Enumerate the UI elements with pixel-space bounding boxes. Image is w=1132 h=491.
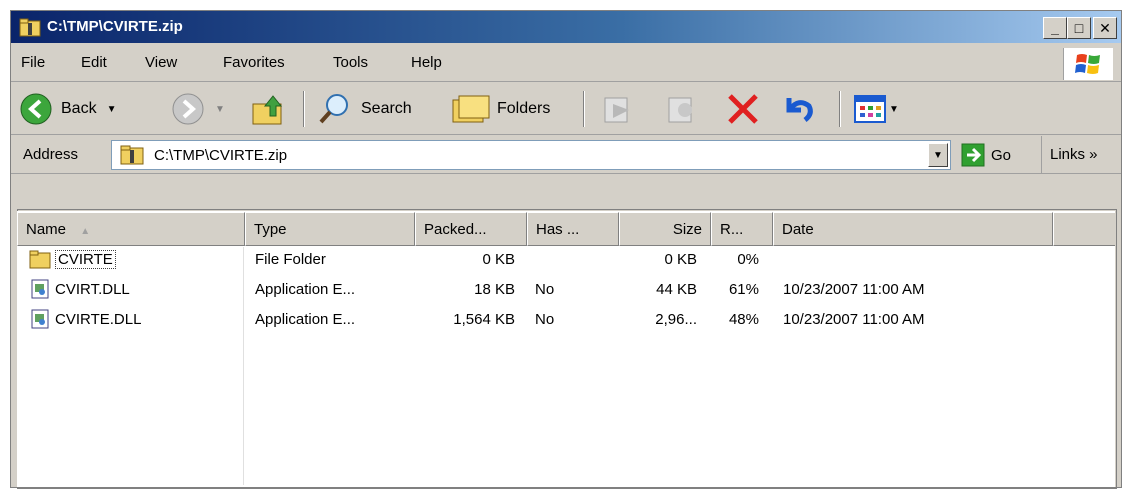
row-packed: 0 KB (482, 251, 515, 268)
row-name: CVIRTE (55, 250, 116, 269)
column-header-packed[interactable]: Packed... (415, 212, 527, 246)
column-header-date[interactable]: Date (773, 212, 1053, 246)
column-header-type[interactable]: Type (245, 212, 415, 246)
menu-favorites[interactable]: Favorites (223, 54, 285, 71)
row-packed: 18 KB (474, 281, 515, 298)
search-button[interactable]: Search (317, 89, 412, 129)
menu-tools[interactable]: Tools (333, 54, 368, 71)
folders-button[interactable]: Folders (451, 89, 550, 129)
address-label: Address (23, 146, 79, 163)
windows-logo (1063, 48, 1113, 80)
folder-icon (29, 250, 51, 269)
delete-button[interactable] (725, 89, 761, 129)
back-arrow-icon (20, 93, 52, 125)
go-arrow-icon (961, 143, 985, 167)
go-label: Go (991, 146, 1012, 164)
explorer-window: C:\TMP\CVIRTE.zip _ □ ✕ File Edit View F… (10, 10, 1122, 489)
row-has: No (535, 281, 555, 298)
row-has: No (535, 311, 555, 328)
row-name: CVIRT.DLL (55, 281, 130, 298)
address-input[interactable]: C:\TMP\CVIRTE.zip ▼ (111, 140, 951, 170)
views-dropdown-icon[interactable]: ▼ (889, 104, 899, 115)
row-type: Application E... (255, 311, 356, 328)
column-header-ratio[interactable]: R... (711, 212, 773, 246)
search-label: Search (361, 100, 412, 117)
menu-bar: File Edit View Favorites Tools Help (11, 44, 1121, 82)
copy-to-icon (668, 97, 692, 123)
row-size: 0 KB (664, 251, 697, 268)
minimize-button[interactable]: _ (1043, 17, 1067, 39)
forward-arrow-icon (172, 93, 204, 125)
dll-file-icon (31, 279, 49, 299)
column-header-has[interactable]: Has ... (527, 212, 619, 246)
sort-ascending-icon: ▲ (80, 226, 91, 237)
row-name: CVIRTE.DLL (55, 311, 142, 328)
menu-file[interactable]: File (21, 54, 45, 71)
back-label: Back (61, 100, 97, 117)
undo-arrow-icon (786, 98, 813, 122)
forward-button[interactable]: ▼ (171, 89, 225, 129)
address-bar: Address C:\TMP\CVIRTE.zip ▼ Go Links » (11, 136, 1121, 174)
windows-flag-icon (1074, 54, 1100, 74)
go-button[interactable]: Go (961, 142, 1011, 168)
dll-file-icon (31, 309, 49, 329)
column-header-name-label: Name (26, 221, 67, 238)
list-item[interactable]: CVIRTE File Folder 0 KB 0 KB 0% (17, 247, 1115, 273)
menu-view[interactable]: View (145, 54, 177, 71)
row-size: 2,96... (655, 311, 697, 328)
menu-help[interactable]: Help (411, 54, 442, 71)
copy-to-button[interactable] (665, 89, 699, 129)
links-button[interactable]: Links » (1041, 136, 1121, 174)
window-title: C:\TMP\CVIRTE.zip (47, 18, 183, 35)
row-ratio: 61% (728, 281, 759, 298)
forward-dropdown-icon[interactable]: ▼ (215, 104, 225, 115)
folders-icon (452, 95, 490, 123)
row-type: File Folder (255, 251, 326, 268)
zip-folder-icon (120, 145, 144, 165)
back-button[interactable]: Back ▼ (19, 89, 116, 129)
row-date: 10/23/2007 11:00 AM (783, 311, 925, 328)
row-ratio: 0% (737, 251, 759, 268)
standard-toolbar: Back ▼ ▼ Search Folders ▼ (11, 83, 1121, 135)
up-folder-button[interactable] (251, 89, 287, 129)
undo-button[interactable] (781, 89, 817, 129)
close-button[interactable]: ✕ (1093, 17, 1117, 39)
title-bar[interactable]: C:\TMP\CVIRTE.zip _ □ ✕ (11, 11, 1121, 43)
search-icon (319, 94, 348, 124)
toolbar-separator (583, 91, 585, 127)
row-ratio: 48% (728, 311, 759, 328)
up-folder-icon (252, 95, 283, 125)
row-date: 10/23/2007 11:00 AM (783, 281, 925, 298)
row-packed: 1,564 KB (453, 311, 515, 328)
menu-edit[interactable]: Edit (81, 54, 107, 71)
list-item[interactable]: CVIRT.DLL Application E... 18 KB No 44 K… (17, 277, 1115, 303)
views-grid-icon (854, 95, 886, 123)
delete-x-icon (728, 94, 758, 124)
address-value: C:\TMP\CVIRTE.zip (154, 147, 288, 164)
maximize-button[interactable]: □ (1067, 17, 1091, 39)
row-size: 44 KB (656, 281, 697, 298)
move-to-icon (604, 97, 629, 123)
column-header-filler (1053, 212, 1115, 246)
list-item[interactable]: CVIRTE.DLL Application E... 1,564 KB No … (17, 307, 1115, 333)
folders-label: Folders (497, 100, 551, 117)
back-dropdown-icon[interactable]: ▼ (107, 104, 117, 115)
toolbar-separator (839, 91, 841, 127)
column-header-name[interactable]: Name ▲ (17, 212, 245, 246)
zip-folder-icon (19, 18, 41, 37)
address-dropdown-button[interactable]: ▼ (928, 143, 948, 167)
views-button[interactable]: ▼ (853, 89, 899, 129)
toolbar-separator (303, 91, 305, 127)
column-header-size[interactable]: Size (619, 212, 711, 246)
row-type: Application E... (255, 281, 356, 298)
list-header: Name ▲ Type Packed... Has ... Size R... … (17, 212, 1115, 246)
move-to-button[interactable] (601, 89, 635, 129)
